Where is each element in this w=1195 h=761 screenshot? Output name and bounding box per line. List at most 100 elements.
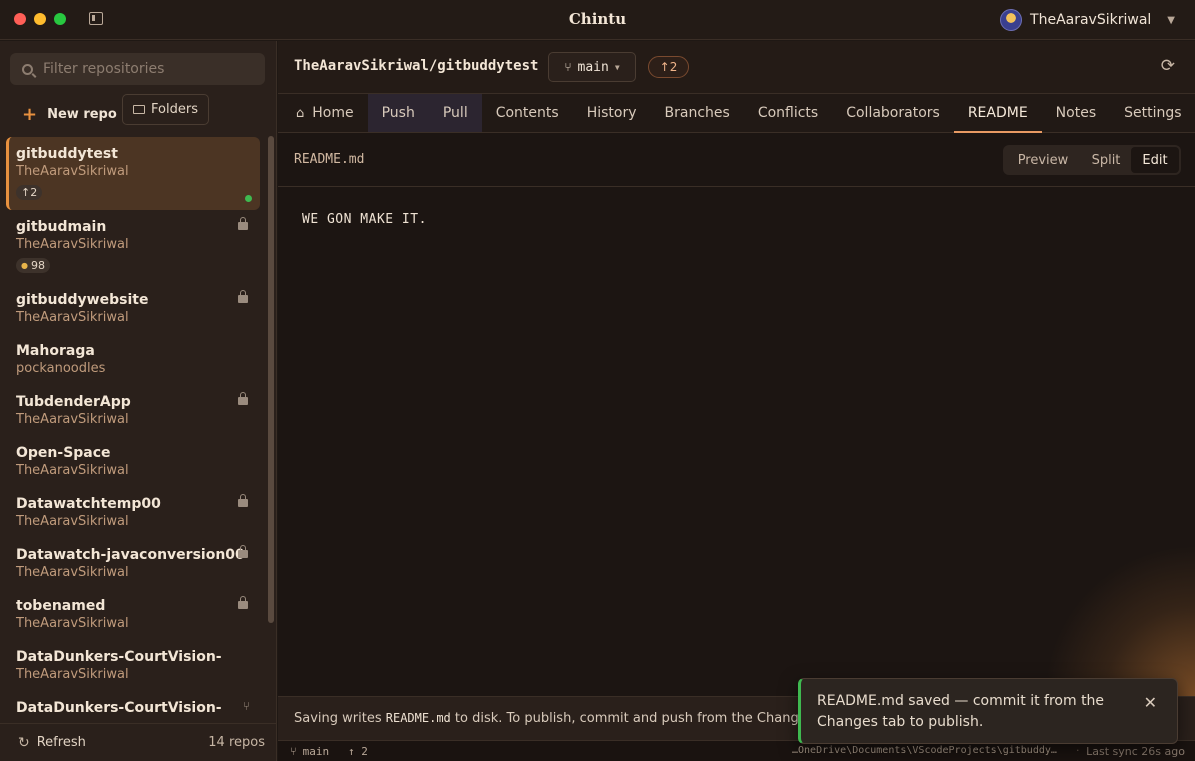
repo-item[interactable]: gitbudmain TheAaravSikriwal 98 bbox=[6, 210, 260, 283]
close-window-button[interactable] bbox=[14, 13, 26, 25]
readme-editor[interactable]: WE GON MAKE IT. bbox=[278, 188, 1195, 696]
status-branch: ⑂ main bbox=[290, 745, 329, 758]
repo-owner: TheAaravSikriwal bbox=[16, 616, 129, 631]
preview-button[interactable]: Preview bbox=[1005, 147, 1081, 173]
edit-button[interactable]: Edit bbox=[1131, 147, 1179, 173]
last-sync: Last sync 26s ago bbox=[1086, 745, 1185, 758]
repo-count: 14 repos bbox=[208, 735, 265, 750]
filter-box[interactable] bbox=[10, 53, 265, 85]
tab-readme[interactable]: README bbox=[953, 94, 1042, 133]
repo-item[interactable]: DataDunkers-CourtVision- ⑂ bbox=[6, 691, 260, 724]
status-separator: · bbox=[1076, 744, 1080, 757]
chevron-down-icon: ▼ bbox=[614, 62, 620, 72]
repo-owner: TheAaravSikriwal bbox=[16, 667, 129, 682]
repo-item[interactable]: gitbuddytest TheAaravSikriwal ↑2 bbox=[6, 137, 260, 210]
status-dot-icon bbox=[245, 195, 252, 202]
repo-owner: TheAaravSikriwal bbox=[16, 565, 129, 580]
repo-owner: TheAaravSikriwal bbox=[16, 237, 129, 252]
plus-icon: + bbox=[22, 103, 38, 125]
repo-name: tobenamed bbox=[16, 598, 106, 614]
repo-path: TheAaravSikriwal/gitbuddytest bbox=[294, 58, 539, 74]
repo-owner: TheAaravSikriwal bbox=[16, 463, 129, 478]
sidebar-toggle-icon[interactable] bbox=[89, 12, 103, 25]
sync-icon[interactable]: ⟳ bbox=[1161, 56, 1175, 76]
repo-owner: TheAaravSikriwal bbox=[16, 514, 129, 529]
fork-icon: ⑂ bbox=[242, 699, 250, 713]
toast-message: README.md saved — commit it from the Cha… bbox=[817, 693, 1105, 730]
lock-icon bbox=[238, 494, 248, 507]
lock-icon bbox=[238, 392, 248, 405]
file-bar: README.md Preview Split Edit bbox=[278, 133, 1195, 187]
branch-icon: ⑂ bbox=[564, 60, 572, 74]
hint-suffix: to disk. To publish, commit and push fro… bbox=[450, 711, 844, 726]
tab-collaborators[interactable]: Collaborators bbox=[832, 94, 954, 132]
branch-selector[interactable]: ⑂ main ▼ bbox=[548, 52, 636, 82]
filter-input[interactable] bbox=[43, 61, 253, 77]
repo-item[interactable]: DataDunkers-CourtVision- TheAaravSikriwa… bbox=[6, 640, 260, 691]
home-icon: ⌂ bbox=[296, 105, 305, 121]
repo-item[interactable]: TubdenderApp TheAaravSikriwal bbox=[6, 385, 260, 436]
refresh-icon: ↻ bbox=[18, 734, 30, 751]
tab-contents[interactable]: Contents bbox=[482, 94, 573, 132]
avatar bbox=[1000, 9, 1023, 31]
tab-branches[interactable]: Branches bbox=[651, 94, 744, 132]
chevron-down-icon: ▼ bbox=[1167, 14, 1175, 26]
branch-name: main bbox=[577, 59, 609, 75]
repo-name: gitbudmain bbox=[16, 219, 107, 235]
user-name: TheAaravSikriwal bbox=[1030, 12, 1152, 28]
repo-name: Datawatchtemp00 bbox=[16, 496, 161, 512]
lock-icon bbox=[238, 217, 248, 230]
minimize-window-button[interactable] bbox=[34, 13, 46, 25]
tab-notes[interactable]: Notes bbox=[1042, 94, 1110, 132]
status-path: …OneDrive\Documents\VScodeProjects\gitbu… bbox=[792, 745, 1057, 756]
ahead-badge: ↑2 bbox=[16, 185, 43, 200]
sidebar: + New repo Folders gitbuddytest TheAarav… bbox=[0, 41, 277, 761]
main-panel: TheAaravSikriwal/gitbuddytest ⑂ main ▼ ↑… bbox=[278, 41, 1195, 761]
tab-push[interactable]: Push bbox=[367, 94, 429, 132]
repo-owner: pockanoodles bbox=[16, 361, 106, 376]
zoom-window-button[interactable] bbox=[54, 13, 66, 25]
repo-owner: TheAaravSikriwal bbox=[16, 164, 129, 179]
new-repo-button[interactable]: + New repo bbox=[14, 99, 125, 129]
tab-conflicts[interactable]: Conflicts bbox=[744, 94, 832, 132]
lock-icon bbox=[238, 290, 248, 303]
split-button[interactable]: Split bbox=[1081, 147, 1131, 173]
tab-label: Home bbox=[312, 105, 354, 121]
hint-prefix: Saving writes bbox=[294, 711, 386, 726]
repo-name: Mahoraga bbox=[16, 343, 95, 359]
repo-item[interactable]: tobenamed TheAaravSikriwal bbox=[6, 589, 260, 640]
tab-pull[interactable]: Pull bbox=[428, 94, 482, 132]
sidebar-footer: ↻ Refresh 14 repos bbox=[0, 723, 277, 761]
tab-bar: ⌂ Home Push Pull Contents History Branch… bbox=[278, 94, 1195, 133]
save-toast: README.md saved — commit it from the Cha… bbox=[798, 678, 1178, 744]
editor-content[interactable]: WE GON MAKE IT. bbox=[302, 212, 427, 227]
repo-item[interactable]: Open-Space TheAaravSikriwal bbox=[6, 436, 260, 487]
tab-history[interactable]: History bbox=[573, 94, 651, 132]
repo-item[interactable]: gitbuddywebsite TheAaravSikriwal bbox=[6, 283, 260, 334]
tab-settings[interactable]: Settings bbox=[1110, 94, 1195, 132]
repo-name: TubdenderApp bbox=[16, 394, 131, 410]
refresh-button[interactable]: ↻ Refresh bbox=[18, 735, 86, 751]
status-ahead: ↑ 2 bbox=[348, 745, 368, 758]
repo-item[interactable]: Datawatch-javaconversion00 TheAaravSikri… bbox=[6, 538, 260, 589]
hint-file: README.md bbox=[385, 711, 451, 725]
repo-owner: TheAaravSikriwal bbox=[16, 412, 129, 427]
lock-icon bbox=[238, 596, 248, 609]
hint-text: Saving writes README.md to disk. To publ… bbox=[294, 711, 843, 726]
folders-button[interactable]: Folders bbox=[122, 94, 209, 125]
repo-owner: TheAaravSikriwal bbox=[16, 310, 129, 325]
tab-home[interactable]: ⌂ Home bbox=[278, 94, 368, 132]
folders-label: Folders bbox=[151, 102, 198, 117]
repo-list: gitbuddytest TheAaravSikriwal ↑2 gitbudm… bbox=[6, 137, 260, 724]
sidebar-scrollbar[interactable] bbox=[268, 136, 274, 623]
search-icon bbox=[22, 63, 33, 75]
folder-icon bbox=[133, 105, 146, 114]
repo-item[interactable]: Datawatchtemp00 TheAaravSikriwal bbox=[6, 487, 260, 538]
status-branch-name: main bbox=[302, 745, 330, 758]
repo-name: Open-Space bbox=[16, 445, 111, 461]
close-icon[interactable]: ✕ bbox=[1144, 693, 1157, 712]
user-menu[interactable]: TheAaravSikriwal ▼ bbox=[1000, 7, 1175, 33]
repo-name: DataDunkers-CourtVision- bbox=[16, 649, 222, 665]
repo-item[interactable]: Mahoraga pockanoodles bbox=[6, 334, 260, 385]
ahead-count-badge[interactable]: ↑2 bbox=[648, 56, 689, 78]
